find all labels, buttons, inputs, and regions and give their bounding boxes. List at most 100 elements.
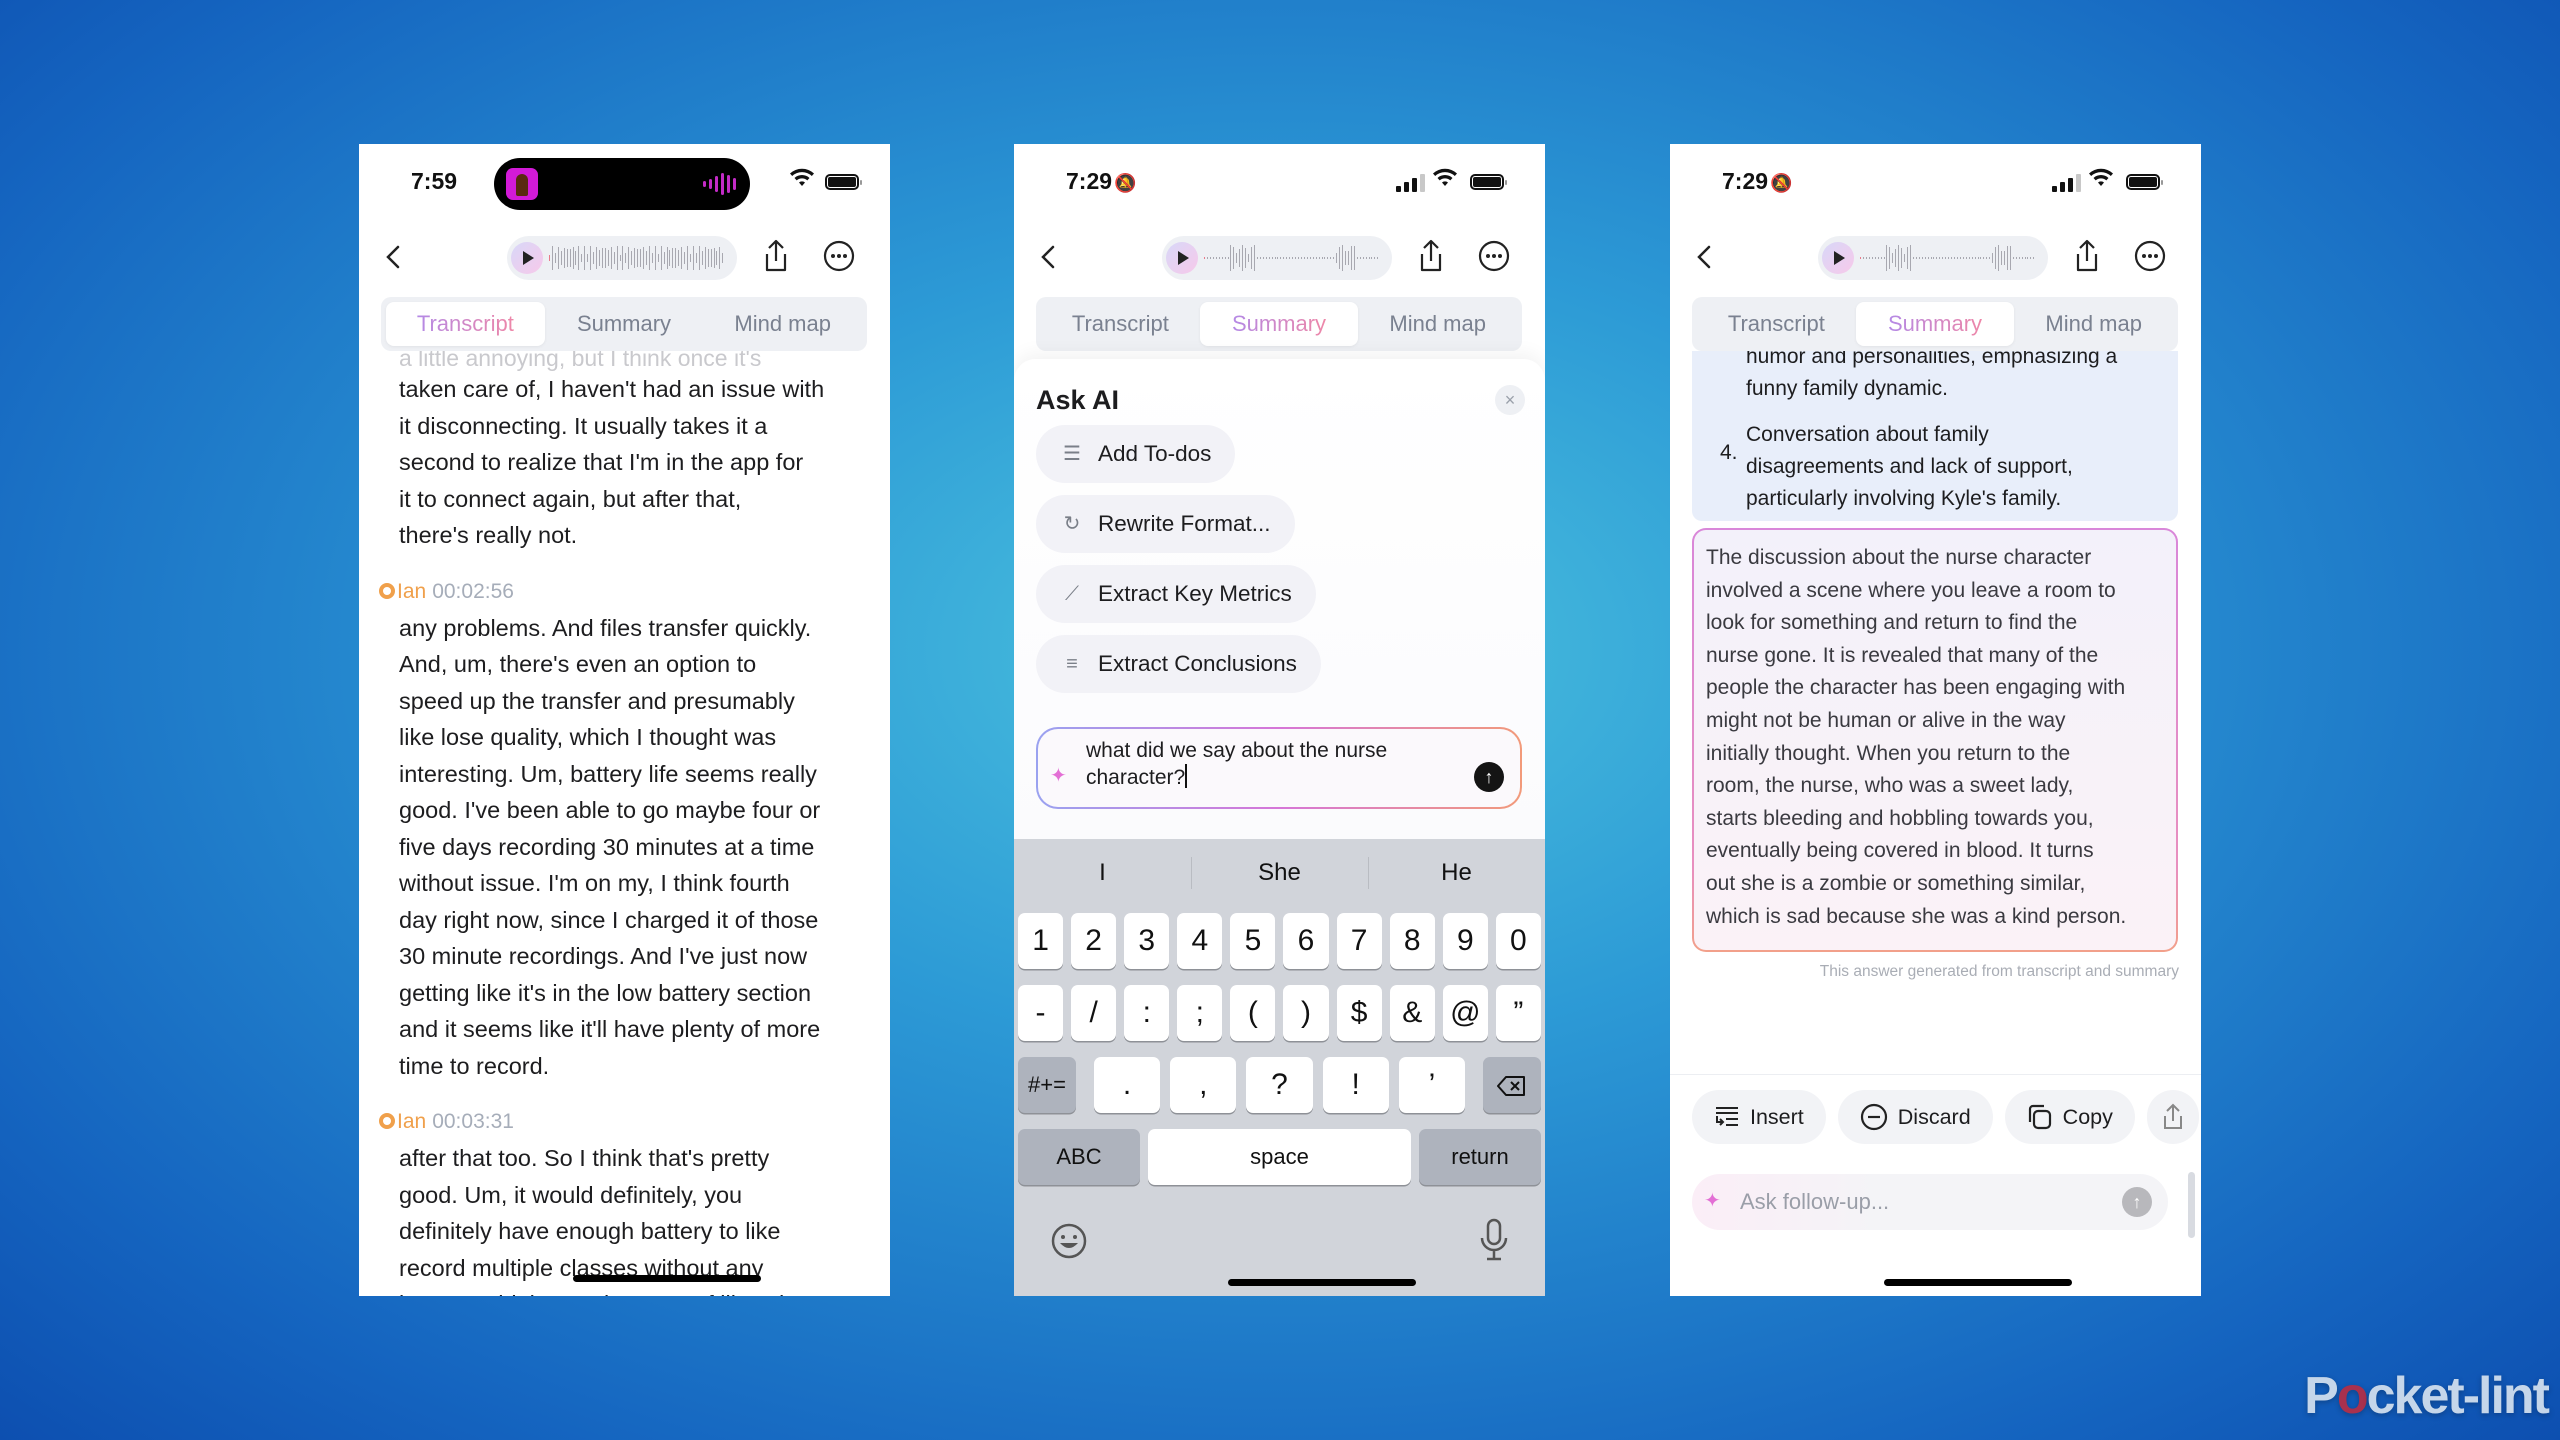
tab-transcript[interactable]: Transcript xyxy=(1041,302,1200,346)
space-key[interactable]: space xyxy=(1148,1129,1411,1185)
key[interactable]: 4 xyxy=(1177,913,1223,969)
key[interactable]: & xyxy=(1389,985,1435,1041)
waveform-scrubber[interactable] xyxy=(1204,244,1379,272)
tab-transcript[interactable]: Transcript xyxy=(1697,302,1856,346)
waveform-scrubber[interactable] xyxy=(1860,244,2035,272)
key[interactable]: $ xyxy=(1336,985,1382,1041)
waveform-bar xyxy=(1968,257,1970,259)
waveform-bar xyxy=(604,248,606,268)
key[interactable]: . xyxy=(1094,1057,1161,1113)
key[interactable]: ; xyxy=(1177,985,1223,1041)
discard-button[interactable]: Discard xyxy=(1837,1090,1993,1144)
delete-key[interactable] xyxy=(1483,1057,1541,1113)
suggestion[interactable]: He xyxy=(1368,839,1545,907)
key[interactable]: / xyxy=(1071,985,1117,1041)
tab-mind-map[interactable]: Mind map xyxy=(703,302,862,346)
waveform-bar xyxy=(1242,245,1244,271)
play-icon[interactable] xyxy=(1166,242,1198,274)
chip-extract-conclusions[interactable]: ≡ Extract Conclusions xyxy=(1036,635,1321,693)
back-chevron-icon[interactable] xyxy=(1034,242,1064,272)
more-options-icon[interactable] xyxy=(2134,240,2166,272)
key[interactable]: - xyxy=(1018,985,1064,1041)
follow-up-input[interactable]: ✦ Ask follow-up... ↑ xyxy=(1692,1174,2168,1230)
ask-ai-input[interactable]: ✦ what did we say about the nurse charac… xyxy=(1036,727,1522,809)
tab-summary[interactable]: Summary xyxy=(1199,302,1359,346)
key-row-punctuation: #+= .,?!’ xyxy=(1018,1057,1541,1113)
more-options-icon[interactable] xyxy=(1478,240,1510,272)
tab-summary[interactable]: Summary xyxy=(1855,302,2015,346)
sparkle-icon: ✦ xyxy=(1704,1190,1721,1212)
more-options-icon[interactable] xyxy=(823,240,855,272)
key[interactable]: 1 xyxy=(1018,913,1064,969)
summary-line: disagreements and lack of support, xyxy=(1746,455,2073,478)
insert-icon xyxy=(1716,1107,1738,1126)
segment-timestamp[interactable]: 00:02:56 xyxy=(432,580,514,603)
key[interactable]: : xyxy=(1124,985,1170,1041)
key[interactable]: ( xyxy=(1230,985,1276,1041)
key[interactable]: 3 xyxy=(1124,913,1170,969)
tab-transcript[interactable]: Transcript xyxy=(386,302,545,346)
share-icon[interactable] xyxy=(1417,238,1445,274)
waveform-bar xyxy=(1336,253,1338,263)
key[interactable]: ? xyxy=(1246,1057,1313,1113)
waveform-bar xyxy=(678,249,680,267)
suggestion[interactable]: She xyxy=(1191,839,1368,907)
microphone-icon[interactable] xyxy=(1479,1218,1509,1262)
waveform-bar xyxy=(2027,257,2029,259)
status-bar: 7:59 xyxy=(359,144,890,220)
abc-key[interactable]: ABC xyxy=(1018,1129,1140,1185)
share-answer-button[interactable] xyxy=(2146,1090,2199,1144)
key[interactable]: 5 xyxy=(1230,913,1276,969)
suggestion[interactable]: I xyxy=(1014,839,1191,907)
symbols-key[interactable]: #+= xyxy=(1018,1057,1076,1113)
waveform-scrubber[interactable] xyxy=(549,244,724,272)
key[interactable]: 9 xyxy=(1442,913,1488,969)
key[interactable]: 0 xyxy=(1495,913,1541,969)
waveform-bar xyxy=(1948,257,1950,259)
scrollbar[interactable] xyxy=(2188,1172,2195,1238)
share-icon[interactable] xyxy=(2073,238,2101,274)
key[interactable]: ’ xyxy=(1398,1057,1466,1113)
key[interactable]: 7 xyxy=(1336,913,1382,969)
key[interactable]: @ xyxy=(1442,985,1488,1041)
transcript-line: interesting. Um, battery life seems real… xyxy=(399,760,817,787)
audio-player[interactable] xyxy=(507,236,737,280)
key[interactable]: ! xyxy=(1322,1057,1389,1113)
key[interactable]: 2 xyxy=(1071,913,1117,969)
transcript-list[interactable]: a little annoying, but I think once it's… xyxy=(359,351,890,1296)
key-row-symbols: - /:;() $ & @” xyxy=(1018,985,1541,1041)
dynamic-island[interactable] xyxy=(494,158,750,210)
audio-player[interactable] xyxy=(1818,236,2048,280)
segment-timestamp[interactable]: 00:03:31 xyxy=(432,1110,514,1133)
audio-player[interactable] xyxy=(1162,236,1392,280)
key[interactable]: 8 xyxy=(1389,913,1435,969)
copy-button[interactable]: Copy xyxy=(2004,1090,2135,1144)
chip-add-todos[interactable]: ☰ Add To-dos xyxy=(1036,425,1236,483)
send-arrow-icon[interactable]: ↑ xyxy=(2122,1187,2152,1217)
back-chevron-icon[interactable] xyxy=(379,242,409,272)
chip-rewrite-format[interactable]: ↻ Rewrite Format... xyxy=(1036,495,1295,553)
share-icon[interactable] xyxy=(762,238,790,274)
tab-mind-map[interactable]: Mind map xyxy=(2014,302,2173,346)
key[interactable]: ” xyxy=(1495,985,1541,1041)
chip-extract-key-metrics[interactable]: ⟋ Extract Key Metrics xyxy=(1036,565,1316,623)
key[interactable]: 6 xyxy=(1283,913,1329,969)
close-icon[interactable]: × xyxy=(1495,385,1525,415)
waveform-bar xyxy=(566,248,568,268)
back-chevron-icon[interactable] xyxy=(1690,242,1720,272)
waveform-bar xyxy=(640,249,641,267)
ask-ai-input-value[interactable]: what did we say about the nurse characte… xyxy=(1086,737,1446,791)
waveform-bar xyxy=(563,247,565,269)
send-arrow-icon[interactable]: ↑ xyxy=(1474,762,1504,792)
waveform-bar xyxy=(1895,248,1897,268)
play-icon[interactable] xyxy=(511,242,543,274)
key[interactable]: ) xyxy=(1283,985,1329,1041)
play-icon[interactable] xyxy=(1822,242,1854,274)
tab-mind-map[interactable]: Mind map xyxy=(1358,302,1517,346)
emoji-icon[interactable] xyxy=(1050,1222,1088,1260)
tab-summary[interactable]: Summary xyxy=(545,302,704,346)
speaker-name: Ian xyxy=(397,1110,427,1133)
key[interactable]: , xyxy=(1170,1057,1237,1113)
insert-button[interactable]: Insert xyxy=(1692,1090,1826,1144)
return-key[interactable]: return xyxy=(1419,1129,1541,1185)
